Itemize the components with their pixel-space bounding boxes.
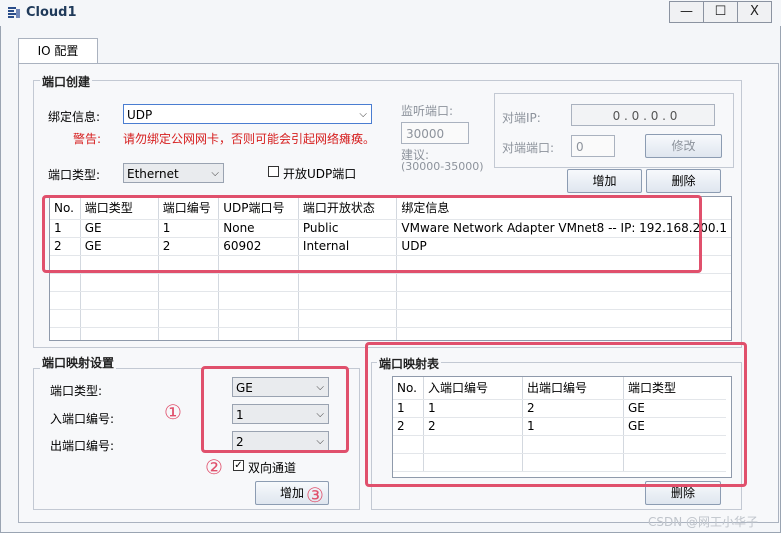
in-port-label: 入端口编号: xyxy=(50,412,115,426)
annotation-three: ③ xyxy=(306,483,324,507)
peer-ip-input[interactable]: 0 . 0 . 0 . 0 xyxy=(571,104,715,126)
annotation-two: ② xyxy=(205,455,223,479)
window-title: Cloud1 xyxy=(26,5,77,20)
watermark: CSDN @网工小华子 xyxy=(648,515,759,529)
title-bar: Cloud1 — ☐ X xyxy=(0,0,781,26)
table-row xyxy=(50,291,731,310)
maximize-button[interactable]: ☐ xyxy=(703,1,738,23)
listen-port-input[interactable]: 30000 xyxy=(401,122,469,144)
annotation-one: ① xyxy=(164,400,182,424)
table-row xyxy=(50,273,731,292)
listen-port-label: 监听端口: xyxy=(401,104,454,118)
bidirectional-label: 双向通道 xyxy=(248,461,297,475)
port-type-value: Ethernet xyxy=(127,167,179,181)
chevron-down-icon: ⌵ xyxy=(211,168,219,179)
out-port-label: 出端口编号: xyxy=(50,439,115,453)
peer-port-label: 对端端口: xyxy=(502,141,555,155)
table-row xyxy=(50,309,731,328)
port-add-button[interactable]: 增加 xyxy=(567,169,642,193)
mapping-table-highlight xyxy=(365,342,747,487)
binding-label: 绑定信息: xyxy=(48,110,101,124)
cloud-app-icon xyxy=(8,7,20,18)
peer-ip-label: 对端IP: xyxy=(502,111,541,125)
mapping-settings-title: 端口映射设置 xyxy=(40,354,117,371)
chevron-down-icon: ⌵ xyxy=(359,109,367,120)
close-button[interactable]: X xyxy=(737,1,772,23)
ports-highlight-box xyxy=(42,195,702,273)
tab-io-config[interactable]: IO 配置 xyxy=(18,38,98,64)
suggest-range: (30000-35000) xyxy=(401,160,484,173)
map-port-type-label: 端口类型: xyxy=(50,384,103,398)
warning-label: 警告: xyxy=(73,132,102,146)
peer-port-input[interactable]: 0 xyxy=(571,135,615,157)
binding-select[interactable]: UDP ⌵ xyxy=(123,104,372,124)
open-udp-label: 开放UDP端口 xyxy=(283,167,357,181)
open-udp-checkbox[interactable] xyxy=(268,166,279,177)
warning-text: 请勿绑定公网网卡，否则可能会引起网络瘫痪。 xyxy=(123,132,376,146)
port-type-label: 端口类型: xyxy=(48,168,101,182)
port-delete-button[interactable]: 删除 xyxy=(646,169,721,193)
minimize-button[interactable]: — xyxy=(669,1,704,23)
mapping-select-highlight xyxy=(201,366,349,453)
binding-value: UDP xyxy=(127,108,153,122)
port-creation-title: 端口创建 xyxy=(40,73,93,90)
port-type-select[interactable]: Ethernet ⌵ xyxy=(123,163,224,183)
bidirectional-checkbox[interactable]: ✓ xyxy=(233,460,244,471)
table-row xyxy=(50,327,731,340)
modify-button[interactable]: 修改 xyxy=(645,134,722,158)
